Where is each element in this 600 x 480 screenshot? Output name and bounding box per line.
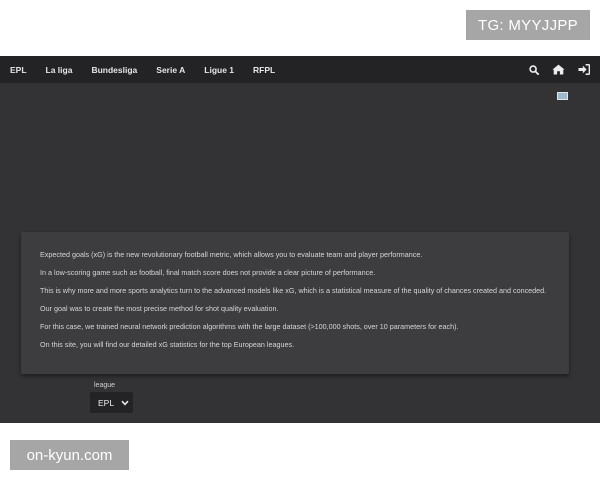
intro-paragraph: On this site, you will find our detailed…	[40, 340, 295, 349]
site-watermark: on-kyun.com	[10, 440, 129, 470]
telegram-watermark: TG: MYYJJPP	[466, 10, 590, 40]
nav-link-ligue-1[interactable]: Ligue 1	[204, 65, 234, 75]
app-window: EPL La liga Bundesliga Serie A Ligue 1 R…	[0, 56, 600, 423]
xg-intro-card: Expected goals (xG) is the new revolutio…	[21, 232, 569, 374]
top-navbar: EPL La liga Bundesliga Serie A Ligue 1 R…	[0, 56, 600, 83]
nav-link-rfpl[interactable]: RFPL	[253, 65, 275, 75]
nav-link-epl[interactable]: EPL	[10, 65, 27, 75]
flag-icon[interactable]	[557, 92, 568, 100]
league-nav: EPL La liga Bundesliga Serie A Ligue 1 R…	[10, 65, 294, 75]
nav-link-la-liga[interactable]: La liga	[46, 65, 73, 75]
intro-paragraph: For this case, we trained neural network…	[40, 322, 459, 331]
nav-link-serie-a[interactable]: Serie A	[156, 65, 185, 75]
home-icon[interactable]	[552, 64, 565, 75]
nav-actions	[516, 64, 590, 75]
search-icon[interactable]	[529, 64, 539, 75]
intro-paragraph: This is why more and more sports analyti…	[40, 286, 547, 295]
league-filter-label: league	[94, 382, 116, 389]
intro-paragraph: Expected goals (xG) is the new revolutio…	[40, 250, 423, 259]
intro-paragraph: In a low-scoring game such as football, …	[40, 268, 376, 277]
chevron-down-icon	[121, 400, 129, 406]
league-select[interactable]: EPL	[90, 392, 133, 413]
intro-paragraph: Our goal was to create the most precise …	[40, 304, 279, 313]
nav-link-bundesliga[interactable]: Bundesliga	[91, 65, 137, 75]
sign-in-icon[interactable]	[578, 64, 590, 75]
league-select-value: EPL	[98, 397, 115, 408]
